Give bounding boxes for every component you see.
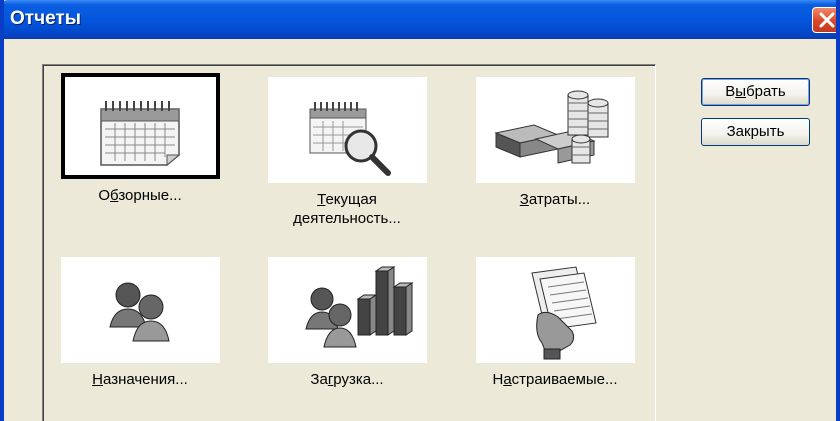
- report-types-panel: Обзорные... Текущая деятельность... Затр…: [42, 64, 656, 421]
- title-bar[interactable]: Отчеты: [4, 0, 836, 39]
- report-costs[interactable]: Затраты...: [458, 77, 652, 209]
- report-current-activity[interactable]: Текущая деятельность...: [250, 77, 444, 228]
- custom-report-hand-icon: [530, 266, 597, 360]
- window-title: Отчеты: [10, 8, 81, 29]
- report-workload-label: Загрузка...: [310, 371, 384, 388]
- close-button[interactable]: Закрыть: [701, 118, 810, 146]
- report-custom-thumb[interactable]: [475, 257, 635, 363]
- report-overview[interactable]: Обзорные...: [43, 73, 237, 205]
- people-icon: [108, 282, 170, 342]
- calendar-icon: [99, 101, 180, 167]
- report-custom[interactable]: Настраиваемые...: [458, 257, 652, 389]
- report-custom-label: Настраиваемые...: [492, 371, 618, 388]
- select-button[interactable]: Выбрать: [701, 78, 810, 106]
- report-assignments-label: Назначения...: [92, 371, 188, 388]
- people-bar-chart-icon: [304, 266, 414, 348]
- reports-dialog: Отчеты Обзорные... Текущая деятельность.…: [0, 0, 840, 421]
- report-overview-thumb[interactable]: [60, 73, 220, 179]
- report-current-activity-thumb[interactable]: [267, 77, 427, 183]
- close-icon: [819, 12, 835, 28]
- close-window-button[interactable]: [812, 7, 836, 33]
- report-current-activity-label: Текущая деятельность...: [293, 191, 401, 227]
- report-workload-thumb[interactable]: [267, 257, 427, 363]
- report-costs-thumb[interactable]: [475, 77, 635, 183]
- report-assignments-thumb[interactable]: [60, 257, 220, 363]
- report-workload[interactable]: Загрузка...: [250, 257, 444, 389]
- report-costs-label: Затраты...: [519, 191, 591, 208]
- report-overview-label: Обзорные...: [98, 187, 182, 204]
- calendar-magnifier-icon: [309, 102, 391, 176]
- money-stacks-icon: [493, 90, 608, 164]
- report-assignments[interactable]: Назначения...: [43, 257, 237, 389]
